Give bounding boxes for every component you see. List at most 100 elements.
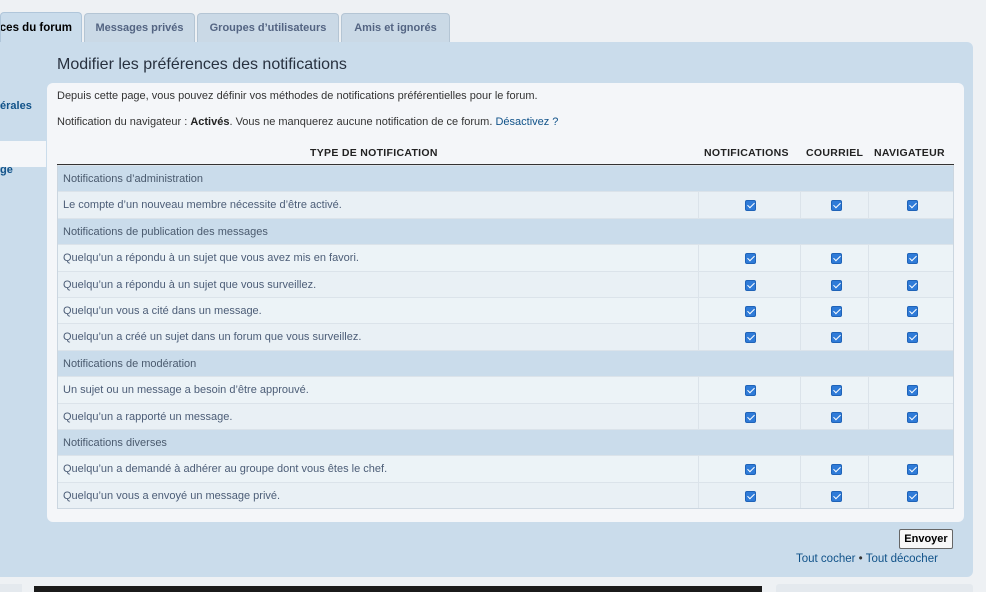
notification-label: Un sujet ou un message a besoin d’être a…: [63, 384, 309, 397]
category-row: Notifications de modération: [58, 349, 953, 377]
table-cell-divider: [698, 403, 699, 429]
browser-checkbox[interactable]: [907, 200, 918, 212]
page-title: Modifier les préférences des notificatio…: [57, 56, 347, 73]
browser-checkbox[interactable]: [907, 490, 918, 502]
category-label: Notifications de modération: [63, 357, 197, 370]
notifications-checkbox[interactable]: [745, 305, 756, 317]
notification-label: Quelqu’un a répondu à un sujet que vous …: [63, 278, 317, 291]
status-value: Activés: [190, 116, 230, 128]
browser-checkbox[interactable]: [907, 332, 918, 344]
notifications-checkbox[interactable]: [745, 200, 756, 212]
email-checkbox[interactable]: [831, 305, 842, 317]
table-cell-divider: [800, 245, 801, 271]
table-cell-divider: [868, 403, 869, 429]
browser-checkbox[interactable]: [907, 253, 918, 265]
notifications-checkbox[interactable]: [745, 490, 756, 502]
header-email: COURRIEL: [806, 147, 864, 159]
table-cell-divider: [698, 271, 699, 297]
category-row: Notifications diverses: [58, 428, 953, 456]
browser-checkbox[interactable]: [907, 411, 918, 423]
table-cell-divider: [698, 377, 699, 403]
notifications-checkbox[interactable]: [745, 385, 756, 397]
table-cell-divider: [698, 297, 699, 324]
table-row: Quelqu’un a demandé à adhérer au groupe …: [58, 455, 953, 482]
sidebar-nav: érales ge: [0, 42, 46, 577]
browser-checkbox[interactable]: [907, 279, 918, 291]
uncheck-all-link[interactable]: Tout décocher: [866, 553, 938, 565]
category-label: Notifications d’administration: [63, 173, 204, 185]
table-row: Quelqu’un a répondu à un sujet que vous …: [58, 244, 953, 271]
email-checkbox[interactable]: [831, 253, 842, 265]
tab-label: ces du forum: [0, 22, 72, 34]
table-cell-divider: [698, 324, 699, 350]
separator: •: [858, 553, 863, 565]
footer-strip-left: [0, 584, 22, 592]
email-checkbox[interactable]: [831, 332, 842, 344]
intro-text: Depuis cette page, vous pouvez définir v…: [57, 90, 538, 102]
sidebar-item-active-gap: [0, 141, 46, 167]
table-cell-divider: [800, 482, 801, 509]
table-cell-divider: [698, 245, 699, 271]
table-row: Quelqu’un a rapporté un message.: [58, 402, 953, 429]
email-checkbox[interactable]: [831, 385, 842, 397]
table-cell-divider: [800, 271, 801, 297]
table-row: Quelqu’un a répondu à un sujet que vous …: [58, 270, 953, 297]
email-checkbox[interactable]: [831, 490, 842, 502]
status-prefix: Notification du navigateur :: [57, 116, 191, 128]
notification-table: Notifications d’administration Le compte …: [57, 165, 954, 510]
notification-label: Quelqu’un a répondu à un sujet que vous …: [63, 252, 359, 265]
tab-user-groups[interactable]: Groupes d’utilisateurs: [197, 13, 339, 42]
notification-label: Quelqu’un a rapporté un message.: [63, 410, 233, 423]
browser-checkbox[interactable]: [907, 385, 918, 397]
table-cell-divider: [868, 271, 869, 297]
tab-label: Messages privés: [95, 22, 184, 34]
notification-label: Le compte d’un nouveau membre nécessite …: [63, 199, 342, 212]
table-header: TYPE DE NOTIFICATION NOTIFICATIONS COURR…: [57, 144, 954, 165]
table-cell-divider: [800, 403, 801, 429]
browser-checkbox[interactable]: [907, 464, 918, 476]
table-cell-divider: [868, 324, 869, 350]
sidebar-item-label: érales: [0, 100, 32, 112]
category-row: Notifications de publication des message…: [58, 217, 953, 245]
check-all-link[interactable]: Tout cocher: [796, 553, 855, 565]
email-checkbox[interactable]: [831, 464, 842, 476]
category-label: Notifications diverses: [63, 436, 167, 449]
tab-friends-foes[interactable]: Amis et ignorés: [341, 13, 450, 42]
table-cell-divider: [868, 192, 869, 218]
notification-label: Quelqu’un a demandé à adhérer au groupe …: [63, 463, 388, 476]
browser-checkbox[interactable]: [907, 305, 918, 317]
table-cell-divider: [800, 377, 801, 403]
table-cell-divider: [698, 482, 699, 509]
notification-label: Quelqu’un a créé un sujet dans un forum …: [63, 331, 362, 344]
footer-strip-right: [776, 584, 973, 592]
table-cell-divider: [868, 482, 869, 509]
notifications-checkbox[interactable]: [745, 253, 756, 265]
notifications-checkbox[interactable]: [745, 279, 756, 291]
tab-forum-preferences[interactable]: ces du forum: [0, 12, 82, 43]
status-suffix: . Vous ne manquerez aucune notification …: [229, 116, 496, 128]
sidebar-item-general[interactable]: érales: [0, 100, 46, 112]
table-row: Quelqu’un a créé un sujet dans un forum …: [58, 323, 953, 350]
category-label: Notifications de publication des message…: [63, 225, 268, 238]
disable-link[interactable]: Désactivez ?: [495, 116, 558, 128]
tab-private-messages[interactable]: Messages privés: [84, 13, 195, 42]
email-checkbox[interactable]: [831, 200, 842, 212]
tab-label: Groupes d’utilisateurs: [209, 22, 327, 34]
table-row: Quelqu’un vous a cité dans un message.: [58, 296, 953, 324]
table-cell-divider: [868, 456, 869, 482]
table-cell-divider: [800, 297, 801, 324]
email-checkbox[interactable]: [831, 411, 842, 423]
table-row: Le compte d’un nouveau membre nécessite …: [58, 191, 953, 218]
header-browser: NAVIGATEUR: [874, 147, 945, 159]
table-row: Quelqu’un vous a envoyé un message privé…: [58, 481, 953, 509]
notifications-checkbox[interactable]: [745, 332, 756, 344]
browser-notification-status: Notification du navigateur : Activés. Vo…: [57, 116, 558, 128]
notifications-checkbox[interactable]: [745, 411, 756, 423]
submit-button[interactable]: Envoyer: [899, 529, 953, 549]
email-checkbox[interactable]: [831, 279, 842, 291]
table-cell-divider: [800, 456, 801, 482]
table-cell-divider: [800, 324, 801, 350]
table-cell-divider: [698, 456, 699, 482]
notifications-checkbox[interactable]: [745, 464, 756, 476]
check-links: Tout cocher • Tout décocher: [796, 553, 938, 565]
